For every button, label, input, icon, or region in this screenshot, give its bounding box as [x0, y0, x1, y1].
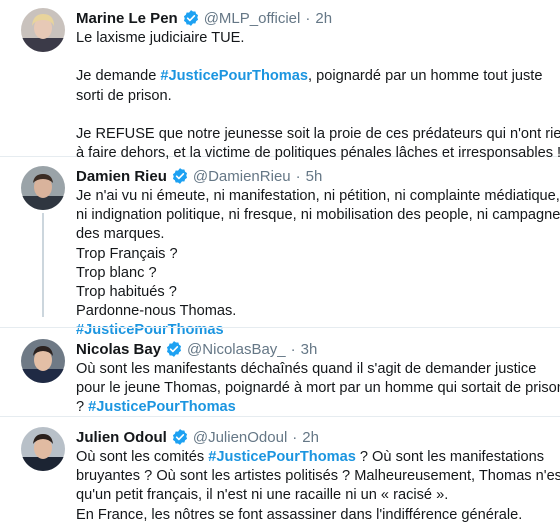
tweet[interactable]: Nicolas Bay @NicolasBay_ · 3h Où sont le…	[0, 327, 560, 417]
author-handle[interactable]: @NicolasBay_	[187, 341, 286, 358]
tweet-text: Je n'ai vu ni émeute, ni manifestation, …	[76, 187, 560, 341]
text-segment: , poignardé par un homme tout juste	[308, 68, 543, 85]
hashtag-link[interactable]: #JusticePourThomas	[208, 449, 356, 465]
text-line: Où sont les manifestants déchaînés quand…	[76, 361, 537, 377]
avatar[interactable]	[21, 166, 65, 210]
timestamp[interactable]: 2h	[302, 429, 319, 446]
tweet-text: Le laxisme judiciaire TUE. Je demande #Ju…	[76, 29, 560, 163]
text-line: Je REFUSE que notre jeunesse soit la pro…	[76, 125, 560, 142]
tweet[interactable]: Marine Le Pen @MLP_officiel · 2h Le laxi…	[0, 0, 560, 161]
text-segment: ? Où sont les manifestations	[355, 449, 545, 465]
tweet-header: Nicolas Bay @NicolasBay_ · 3h	[76, 338, 548, 360]
verified-badge-icon	[171, 428, 189, 446]
text-line: Où sont les comités #JusticePourThomas ?…	[76, 448, 548, 467]
separator-dot: ·	[305, 9, 311, 27]
text-line: pour le jeune Thomas, poignardé à mort p…	[76, 380, 560, 397]
text-segment: Où sont les comités	[76, 449, 209, 465]
tweet[interactable]: Damien Rieu @DamienRieu · 5h Je n'ai vu …	[0, 157, 560, 338]
tweet-text: Où sont les manifestants déchaînés quand…	[76, 360, 560, 418]
text-line: Je demande #JusticePourThomas, poignardé…	[76, 67, 548, 86]
verified-badge-icon	[182, 9, 200, 27]
text-line: bruyantes ? Où sont les artistes politis…	[76, 468, 560, 485]
text-line: Trop blanc ?	[76, 264, 157, 281]
text-segment: Je demande	[76, 68, 161, 85]
timestamp[interactable]: 5h	[306, 168, 323, 185]
avatar[interactable]	[21, 427, 65, 471]
tweet-header: Marine Le Pen @MLP_officiel · 2h	[76, 7, 548, 29]
text-line: Trop habitués ?	[76, 284, 177, 301]
hashtag-link[interactable]: #JusticePourThomas	[88, 399, 236, 415]
timestamp[interactable]: 2h	[315, 10, 332, 27]
author-name[interactable]: Nicolas Bay	[76, 341, 161, 358]
author-handle[interactable]: @DamienRieu	[193, 168, 291, 185]
tweet-feed: Marine Le Pen @MLP_officiel · 2h Le laxi…	[0, 0, 560, 526]
text-line: des marques.	[76, 226, 165, 243]
text-line: ? #JusticePourThomas	[76, 398, 548, 417]
author-handle[interactable]: @MLP_officiel	[204, 10, 301, 27]
text-line: Pardonne-nous Thomas.	[76, 303, 237, 320]
author-name[interactable]: Marine Le Pen	[76, 10, 178, 27]
author-name[interactable]: Damien Rieu	[76, 168, 167, 185]
avatar[interactable]	[21, 339, 65, 383]
separator-dot: ·	[295, 167, 301, 185]
text-line: sorti de prison.	[76, 87, 172, 104]
verified-badge-icon	[171, 167, 189, 185]
tweet[interactable]: Julien Odoul @JulienOdoul · 2h Où sont l…	[0, 417, 560, 526]
text-line: Trop Français ?	[76, 245, 178, 262]
text-line: Je n'ai vu ni émeute, ni manifestation, …	[76, 188, 560, 204]
separator-dot: ·	[292, 428, 298, 446]
tweet-header: Damien Rieu @DamienRieu · 5h	[76, 165, 548, 187]
text-line: ni indignation politique, ni fresque, ni…	[76, 207, 560, 224]
text-line: qu'un petit français, il n'est ni une ra…	[76, 487, 449, 504]
author-handle[interactable]: @JulienOdoul	[193, 429, 287, 446]
avatar[interactable]	[21, 8, 65, 52]
separator-dot: ·	[290, 340, 296, 358]
tweet-text: Où sont les comités #JusticePourThomas ?…	[76, 448, 560, 525]
verified-badge-icon	[165, 340, 183, 358]
author-name[interactable]: Julien Odoul	[76, 429, 167, 446]
hashtag-link[interactable]: #JusticePourThomas	[160, 68, 308, 84]
timestamp[interactable]: 3h	[301, 341, 318, 358]
text-segment: ?	[76, 399, 89, 416]
thread-connector	[42, 213, 44, 317]
text-line: Le laxisme judiciaire TUE.	[76, 30, 245, 46]
tweet-header: Julien Odoul @JulienOdoul · 2h	[76, 426, 548, 448]
text-line: En France, les nôtres se font assassiner…	[76, 506, 523, 523]
